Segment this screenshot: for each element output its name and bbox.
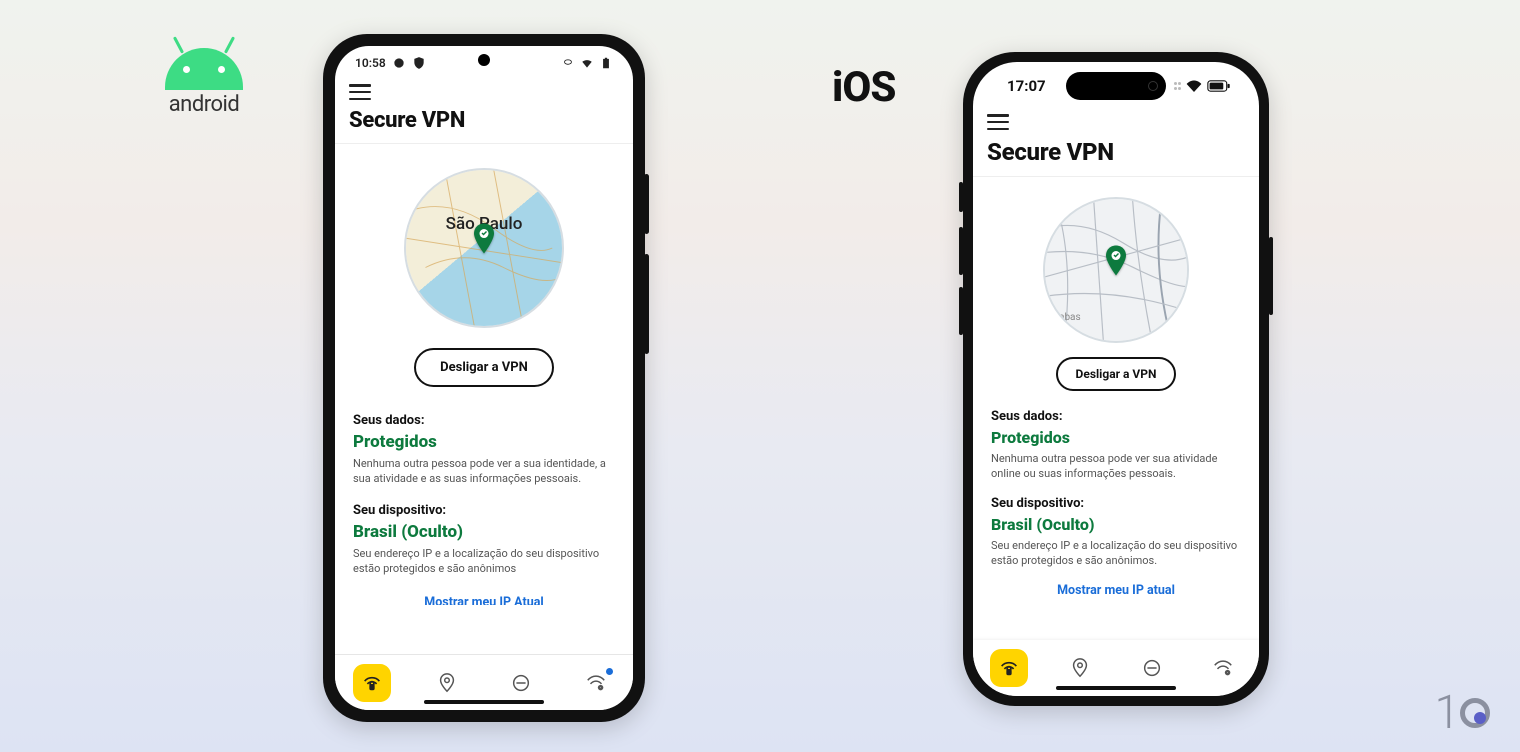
- data-status: Protegidos: [991, 428, 1241, 447]
- toggle-vpn-button[interactable]: Desligar a VPN: [414, 348, 554, 387]
- shield-icon: [412, 56, 426, 70]
- device-label: Seu dispositivo:: [353, 503, 615, 518]
- data-label: Seus dados:: [991, 409, 1241, 424]
- data-status-block: Seus dados: Protegidos Nenhuma outra pes…: [991, 409, 1241, 482]
- battery-icon: [1207, 77, 1231, 96]
- map-pin-icon: [472, 224, 496, 258]
- battery-icon: [599, 56, 613, 70]
- nav-vpn[interactable]: [990, 649, 1028, 687]
- nav-block[interactable]: [1133, 649, 1171, 687]
- page-title: Secure VPN: [349, 108, 619, 133]
- wifi-icon: [580, 56, 594, 70]
- android-platform-label: android: [165, 48, 243, 117]
- location-map: abas: [1043, 197, 1189, 343]
- data-label: Seus dados:: [353, 413, 615, 428]
- map-pin-icon: [1104, 246, 1128, 280]
- toggle-vpn-button[interactable]: Desligar a VPN: [1056, 357, 1177, 391]
- main-content: São Paulo Desligar a VPN Seus dados: Pro…: [335, 144, 633, 654]
- app-header: Secure VPN: [973, 110, 1259, 177]
- ios-screen: 17:07 Secure VPN abas: [973, 62, 1259, 696]
- data-status-block: Seus dados: Protegidos Nenhuma outra pes…: [353, 413, 615, 487]
- dynamic-island: [1066, 72, 1166, 100]
- device-status-block: Seu dispositivo: Brasil (Oculto) Seu end…: [991, 496, 1241, 569]
- device-status: Brasil (Oculto): [991, 515, 1241, 534]
- map-hint-text: abas: [1059, 312, 1081, 323]
- android-robot-icon: [165, 48, 243, 90]
- device-description: Seu endereço IP e a localização do seu d…: [991, 538, 1241, 569]
- status-time: 17:07: [1007, 77, 1046, 95]
- android-screen: 10:58 ⬭ Secure VPN São Paulo: [335, 46, 633, 710]
- device-status-block: Seu dispositivo: Brasil (Oculto) Seu end…: [353, 503, 615, 577]
- nav-wifi-security[interactable]: [1204, 649, 1242, 687]
- device-label: Seu dispositivo:: [991, 496, 1241, 511]
- menu-button[interactable]: [349, 84, 371, 100]
- device-description: Seu endereço IP e a localização do seu d…: [353, 546, 615, 577]
- nav-location[interactable]: [428, 664, 466, 702]
- android-text: android: [169, 92, 240, 117]
- android-camera-cutout: [478, 54, 490, 66]
- data-description: Nenhuma outra pessoa pode ver a sua iden…: [353, 456, 615, 487]
- page-title: Secure VPN: [987, 138, 1245, 166]
- data-status: Protegidos: [353, 432, 615, 452]
- watermark-logo: 1: [1434, 686, 1490, 740]
- device-status: Brasil (Oculto): [353, 522, 615, 542]
- show-ip-link[interactable]: Mostrar meu IP atual: [991, 583, 1241, 598]
- nav-vpn[interactable]: [353, 664, 391, 702]
- android-phone-frame: 10:58 ⬭ Secure VPN São Paulo: [323, 34, 645, 722]
- location-map: São Paulo: [404, 168, 564, 328]
- ios-phone-frame: 17:07 Secure VPN abas: [963, 52, 1269, 706]
- notification-dot-icon: [606, 668, 613, 675]
- data-description: Nenhuma outra pessoa pode ver sua ativid…: [991, 451, 1241, 482]
- nav-block[interactable]: [502, 664, 540, 702]
- app-header: Secure VPN: [335, 80, 633, 144]
- show-ip-link[interactable]: Mostrar meu IP Atual: [353, 595, 615, 605]
- main-content: abas Desligar a VPN Seus dados: Protegid…: [973, 177, 1259, 640]
- notification-icon: [392, 56, 406, 70]
- ios-home-indicator[interactable]: [1056, 686, 1176, 690]
- cellular-icon: [1174, 82, 1182, 90]
- wifi-icon: [1186, 77, 1202, 96]
- ios-platform-label: iOS: [832, 63, 895, 112]
- android-home-indicator[interactable]: [424, 700, 544, 704]
- nav-wifi-security[interactable]: [577, 664, 615, 702]
- signal-icon: ⬭: [561, 56, 575, 70]
- nav-location[interactable]: [1061, 649, 1099, 687]
- ios-status-bar: 17:07: [973, 62, 1259, 110]
- android-status-bar: 10:58 ⬭: [335, 46, 633, 80]
- menu-button[interactable]: [987, 114, 1009, 130]
- status-time: 10:58: [355, 56, 386, 70]
